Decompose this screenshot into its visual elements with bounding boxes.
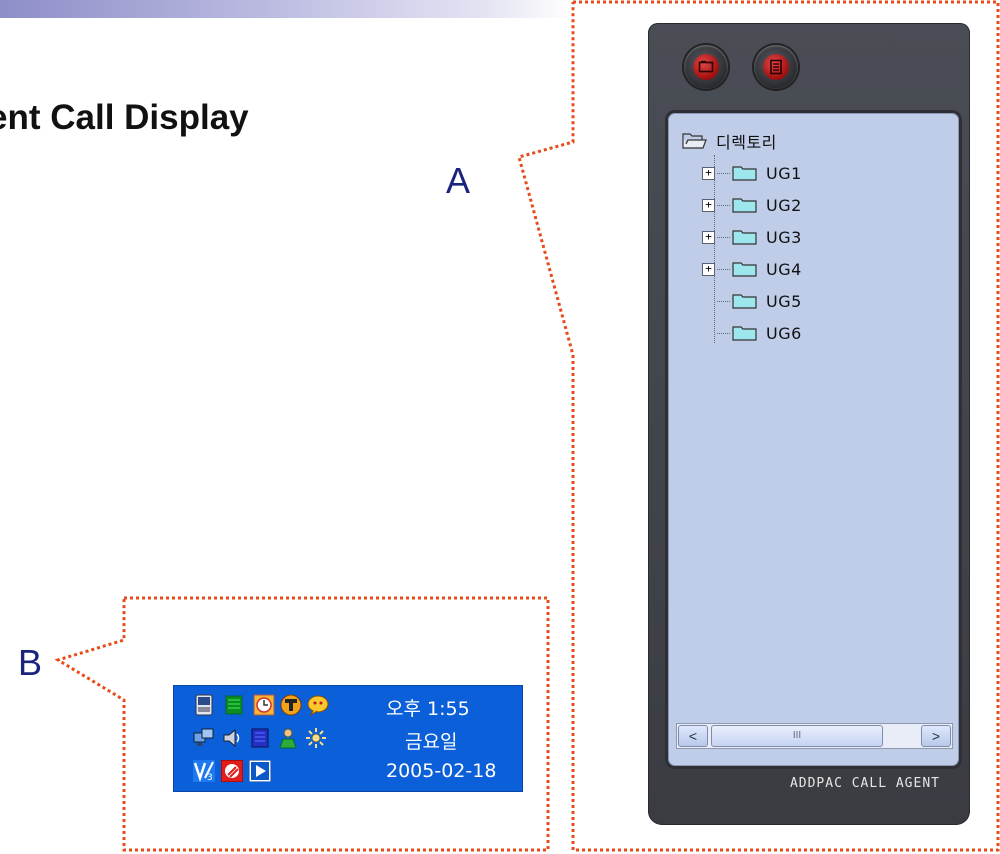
expand-icon[interactable]: + bbox=[702, 198, 715, 212]
tree-item-label: UG6 bbox=[766, 323, 802, 343]
speaker-icon[interactable] bbox=[221, 727, 243, 749]
tree-item-ug1[interactable]: + UG1 bbox=[702, 157, 802, 189]
tree-item-ug4[interactable]: + UG4 bbox=[702, 253, 802, 285]
slide-title: ent Call Display bbox=[0, 98, 249, 137]
v3-icon[interactable]: 3 bbox=[193, 760, 215, 782]
call-agent-window: 디렉토리 + UG1 + UG2 + UG3 + UG4 UG5 UG6 < I… bbox=[648, 23, 970, 825]
folder-icon bbox=[732, 230, 757, 245]
chip-icon[interactable] bbox=[223, 694, 245, 716]
app-footer-label: ADDPAC CALL AGENT bbox=[789, 776, 940, 791]
settings-icon[interactable] bbox=[305, 727, 327, 749]
tray-time[interactable]: 오후 1:55 bbox=[386, 694, 470, 721]
clock-icon[interactable] bbox=[253, 694, 275, 716]
tree-item-label: UG2 bbox=[766, 195, 802, 215]
tool-icon[interactable] bbox=[280, 694, 302, 716]
folder-icon bbox=[732, 198, 757, 213]
scroll-left-button[interactable]: < bbox=[678, 725, 708, 747]
play-icon[interactable] bbox=[249, 760, 271, 782]
folder-icon bbox=[698, 60, 714, 73]
tree-connector bbox=[717, 204, 730, 206]
tree-item-ug3[interactable]: + UG3 bbox=[702, 221, 802, 253]
directory-tree-panel: 디렉토리 + UG1 + UG2 + UG3 + UG4 UG5 UG6 < I… bbox=[665, 110, 962, 769]
tree-item-label: UG1 bbox=[766, 163, 802, 183]
tree-item-label: UG4 bbox=[766, 259, 802, 279]
antivirus-icon[interactable] bbox=[221, 760, 243, 782]
chat-icon[interactable] bbox=[307, 694, 329, 716]
horizontal-scrollbar[interactable]: < III > bbox=[676, 723, 953, 749]
tree-connector bbox=[717, 172, 730, 174]
expand-icon[interactable]: + bbox=[702, 166, 715, 180]
tray-day[interactable]: 금요일 bbox=[405, 727, 457, 754]
expand-icon[interactable]: + bbox=[702, 230, 715, 244]
tree-item-label: UG5 bbox=[766, 291, 802, 311]
scroll-right-button[interactable]: > bbox=[921, 725, 951, 747]
system-tray: 오후 1:55 금요일 3 2005-02-18 bbox=[173, 685, 523, 792]
callout-letter-a: A bbox=[446, 160, 471, 201]
directory-tree: 디렉토리 + UG1 + UG2 + UG3 + UG4 UG5 UG6 bbox=[682, 125, 802, 349]
document-icon bbox=[770, 59, 782, 75]
tree-connector bbox=[717, 268, 730, 270]
tree-root-label: 디렉토리 bbox=[716, 133, 777, 152]
folder-icon bbox=[732, 294, 757, 309]
svg-text:3: 3 bbox=[207, 773, 213, 782]
book-icon[interactable] bbox=[249, 727, 271, 749]
tree-root[interactable]: 디렉토리 bbox=[682, 125, 802, 157]
scroll-thumb[interactable]: III bbox=[711, 725, 883, 747]
tray-date[interactable]: 2005-02-18 bbox=[386, 760, 496, 782]
tree-connector bbox=[717, 332, 730, 334]
tree-item-ug6[interactable]: UG6 bbox=[702, 317, 802, 349]
document-button[interactable] bbox=[754, 45, 798, 89]
callout-letter-b: B bbox=[18, 642, 43, 683]
tree-item-ug5[interactable]: UG5 bbox=[702, 285, 802, 317]
tree-connector bbox=[717, 300, 730, 302]
user-icon[interactable] bbox=[277, 727, 299, 749]
expand-icon[interactable]: + bbox=[702, 262, 715, 276]
folder-icon bbox=[732, 326, 757, 341]
open-folder-icon bbox=[682, 133, 707, 149]
slide-top-bar bbox=[0, 0, 572, 18]
folder-button[interactable] bbox=[684, 45, 728, 89]
tree-item-ug2[interactable]: + UG2 bbox=[702, 189, 802, 221]
tree-connector bbox=[717, 236, 730, 238]
folder-icon bbox=[732, 166, 757, 181]
pda-icon[interactable] bbox=[193, 694, 215, 716]
folder-icon bbox=[732, 262, 757, 277]
tree-item-label: UG3 bbox=[766, 227, 802, 247]
network-icon[interactable] bbox=[193, 727, 215, 749]
